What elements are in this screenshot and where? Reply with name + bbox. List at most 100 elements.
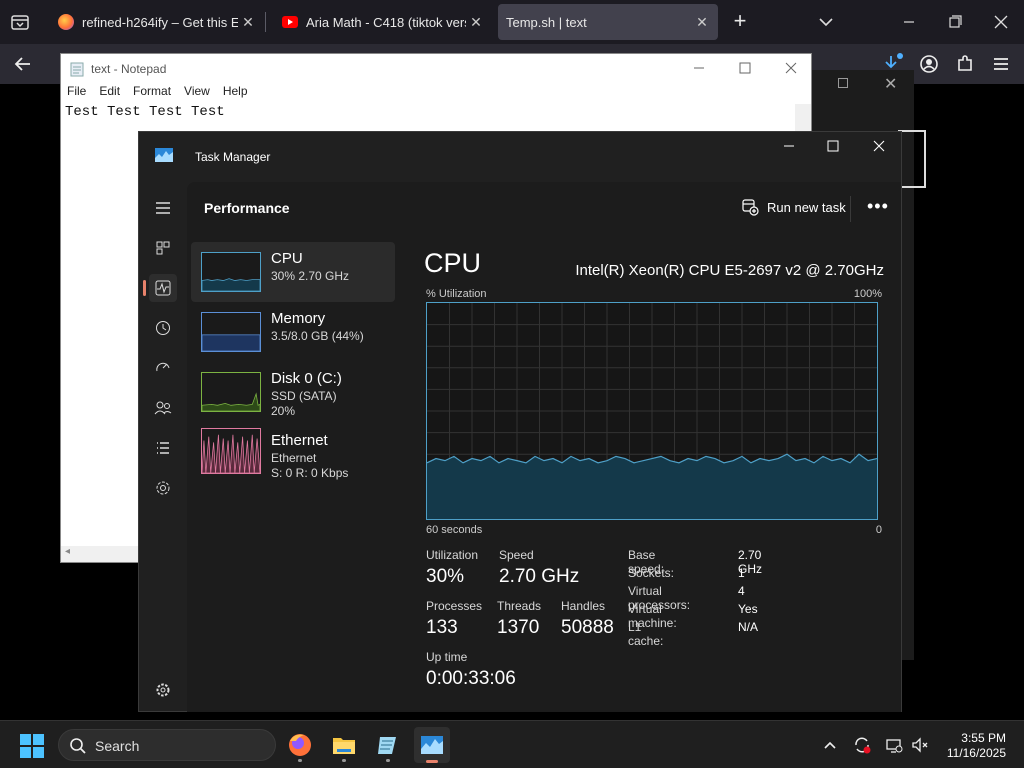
browser-tab-temp-sh[interactable]: Temp.sh | text ✕ bbox=[498, 4, 718, 40]
resource-item-disk[interactable]: Disk 0 (C:) SSD (SATA) 20% bbox=[191, 362, 395, 422]
hamburger-menu-icon[interactable] bbox=[149, 194, 177, 222]
uptime-value: 0:00:33:06 bbox=[426, 668, 516, 689]
menu-format[interactable]: Format bbox=[133, 84, 171, 102]
notepad-menubar: File Edit Format View Help bbox=[61, 84, 811, 102]
minimize-icon[interactable] bbox=[779, 138, 799, 154]
page-title: Performance bbox=[204, 200, 290, 216]
tab-list-icon[interactable] bbox=[8, 12, 32, 32]
taskbar-task-manager[interactable] bbox=[414, 727, 450, 763]
graph-label-utilization: % Utilization bbox=[426, 288, 487, 300]
resource-name: Memory bbox=[271, 310, 326, 327]
more-options-button[interactable]: ••• bbox=[867, 196, 889, 217]
detail-value: Yes bbox=[738, 602, 758, 616]
extensions-icon[interactable] bbox=[952, 52, 978, 76]
network-icon[interactable] bbox=[884, 735, 904, 755]
running-indicator bbox=[342, 759, 346, 762]
firefox-addons-icon bbox=[58, 14, 74, 30]
browser-tab-youtube[interactable]: Aria Math - C418 (tiktok version ✕ bbox=[270, 4, 492, 40]
active-app-indicator bbox=[426, 760, 438, 763]
processes-icon[interactable] bbox=[149, 234, 177, 262]
close-icon[interactable] bbox=[869, 138, 889, 154]
maximize-icon[interactable] bbox=[737, 60, 753, 76]
new-tab-button[interactable]: + bbox=[728, 10, 752, 34]
cpu-heading: CPU bbox=[424, 248, 482, 278]
account-icon[interactable] bbox=[916, 52, 942, 76]
performance-icon[interactable] bbox=[149, 274, 177, 302]
system-clock[interactable]: 3:55 PM 11/16/2025 bbox=[940, 731, 1006, 761]
windows-start-icon[interactable] bbox=[20, 734, 44, 758]
tab-title: Temp.sh | text bbox=[506, 14, 587, 30]
cpu-utilization-graph bbox=[426, 302, 878, 520]
tab-title: Aria Math - C418 (tiktok version bbox=[306, 14, 466, 30]
page-header: Performance Run new task ••• bbox=[187, 182, 901, 236]
menu-file[interactable]: File bbox=[67, 84, 86, 102]
clock-time: 3:55 PM bbox=[961, 731, 1006, 745]
menu-view[interactable]: View bbox=[184, 84, 210, 102]
file-explorer-icon bbox=[333, 738, 355, 754]
app-history-icon[interactable] bbox=[149, 314, 177, 342]
horizontal-scrollbar[interactable]: ◂ bbox=[61, 546, 139, 562]
speed-label: Speed bbox=[499, 548, 534, 562]
services-icon[interactable] bbox=[149, 474, 177, 502]
sync-alert-icon[interactable] bbox=[852, 735, 872, 755]
minimize-icon[interactable] bbox=[894, 8, 924, 36]
graph-label-zero: 0 bbox=[875, 524, 882, 536]
run-new-task-button[interactable]: Run new task bbox=[741, 198, 846, 216]
close-icon[interactable]: ✕ bbox=[884, 74, 897, 94]
close-icon[interactable] bbox=[986, 8, 1016, 36]
disk-thumbnail-graph bbox=[201, 372, 261, 412]
restore-icon[interactable] bbox=[940, 8, 970, 36]
minimize-icon[interactable] bbox=[691, 60, 707, 76]
resource-detail: SSD (SATA) bbox=[271, 389, 337, 403]
task-manager-title: Task Manager bbox=[195, 150, 271, 164]
processes-value: 133 bbox=[426, 617, 458, 638]
taskbar-firefox[interactable] bbox=[282, 727, 318, 763]
tab-close-icon[interactable]: ✕ bbox=[692, 14, 712, 31]
detail-value: 4 bbox=[738, 584, 745, 598]
menu-edit[interactable]: Edit bbox=[99, 84, 120, 102]
chevron-down-icon[interactable] bbox=[814, 12, 838, 32]
volume-muted-icon[interactable] bbox=[910, 735, 930, 755]
resource-item-memory[interactable]: Memory 3.5/8.0 GB (44%) bbox=[191, 302, 395, 362]
run-new-task-label: Run new task bbox=[767, 199, 846, 215]
notepad-icon bbox=[70, 62, 84, 77]
graph-label-max: 100% bbox=[853, 288, 882, 300]
resource-detail: 30% 2.70 GHz bbox=[271, 269, 350, 283]
resource-name: CPU bbox=[271, 250, 303, 267]
detail-key: Sockets: bbox=[628, 566, 675, 580]
resource-item-cpu[interactable]: CPU 30% 2.70 GHz bbox=[191, 242, 395, 302]
chevron-up-icon[interactable] bbox=[820, 735, 840, 755]
tab-close-icon[interactable]: ✕ bbox=[238, 14, 258, 31]
threads-value: 1370 bbox=[497, 617, 540, 638]
task-manager-icon bbox=[155, 148, 173, 162]
detail-value: 1 bbox=[738, 566, 745, 580]
details-icon[interactable] bbox=[149, 434, 177, 462]
taskbar-search-box[interactable]: Search bbox=[58, 729, 276, 761]
menu-help[interactable]: Help bbox=[223, 84, 248, 102]
memory-thumbnail-graph bbox=[201, 312, 261, 352]
back-arrow-icon[interactable] bbox=[10, 52, 36, 76]
startup-apps-icon[interactable] bbox=[149, 354, 177, 382]
handles-value: 50888 bbox=[561, 617, 614, 638]
search-icon bbox=[70, 738, 86, 754]
tab-close-icon[interactable]: ✕ bbox=[466, 14, 486, 31]
graph-label-time: 60 seconds bbox=[426, 524, 483, 536]
utilization-value: 30% bbox=[426, 566, 465, 587]
task-manager-titlebar: Task Manager bbox=[139, 132, 901, 182]
users-icon[interactable] bbox=[149, 394, 177, 422]
processes-label: Processes bbox=[426, 599, 483, 613]
browser-tab-addon[interactable]: refined-h264ify – Get this Exten ✕ bbox=[46, 4, 264, 40]
tab-separator bbox=[265, 12, 266, 32]
header-separator bbox=[850, 196, 851, 222]
speed-value: 2.70 GHz bbox=[499, 566, 580, 587]
taskbar-file-explorer[interactable] bbox=[326, 727, 362, 763]
maximize-icon[interactable] bbox=[823, 138, 843, 154]
search-label: Search bbox=[95, 738, 140, 754]
threads-label: Threads bbox=[497, 599, 542, 613]
maximize-icon[interactable] bbox=[838, 78, 848, 88]
taskbar-notepad[interactable] bbox=[370, 727, 406, 763]
close-icon[interactable] bbox=[783, 60, 799, 76]
resource-item-ethernet[interactable]: Ethernet Ethernet S: 0 R: 0 Kbps bbox=[191, 428, 395, 488]
menu-icon[interactable] bbox=[988, 52, 1014, 76]
settings-gear-icon[interactable] bbox=[149, 676, 177, 704]
